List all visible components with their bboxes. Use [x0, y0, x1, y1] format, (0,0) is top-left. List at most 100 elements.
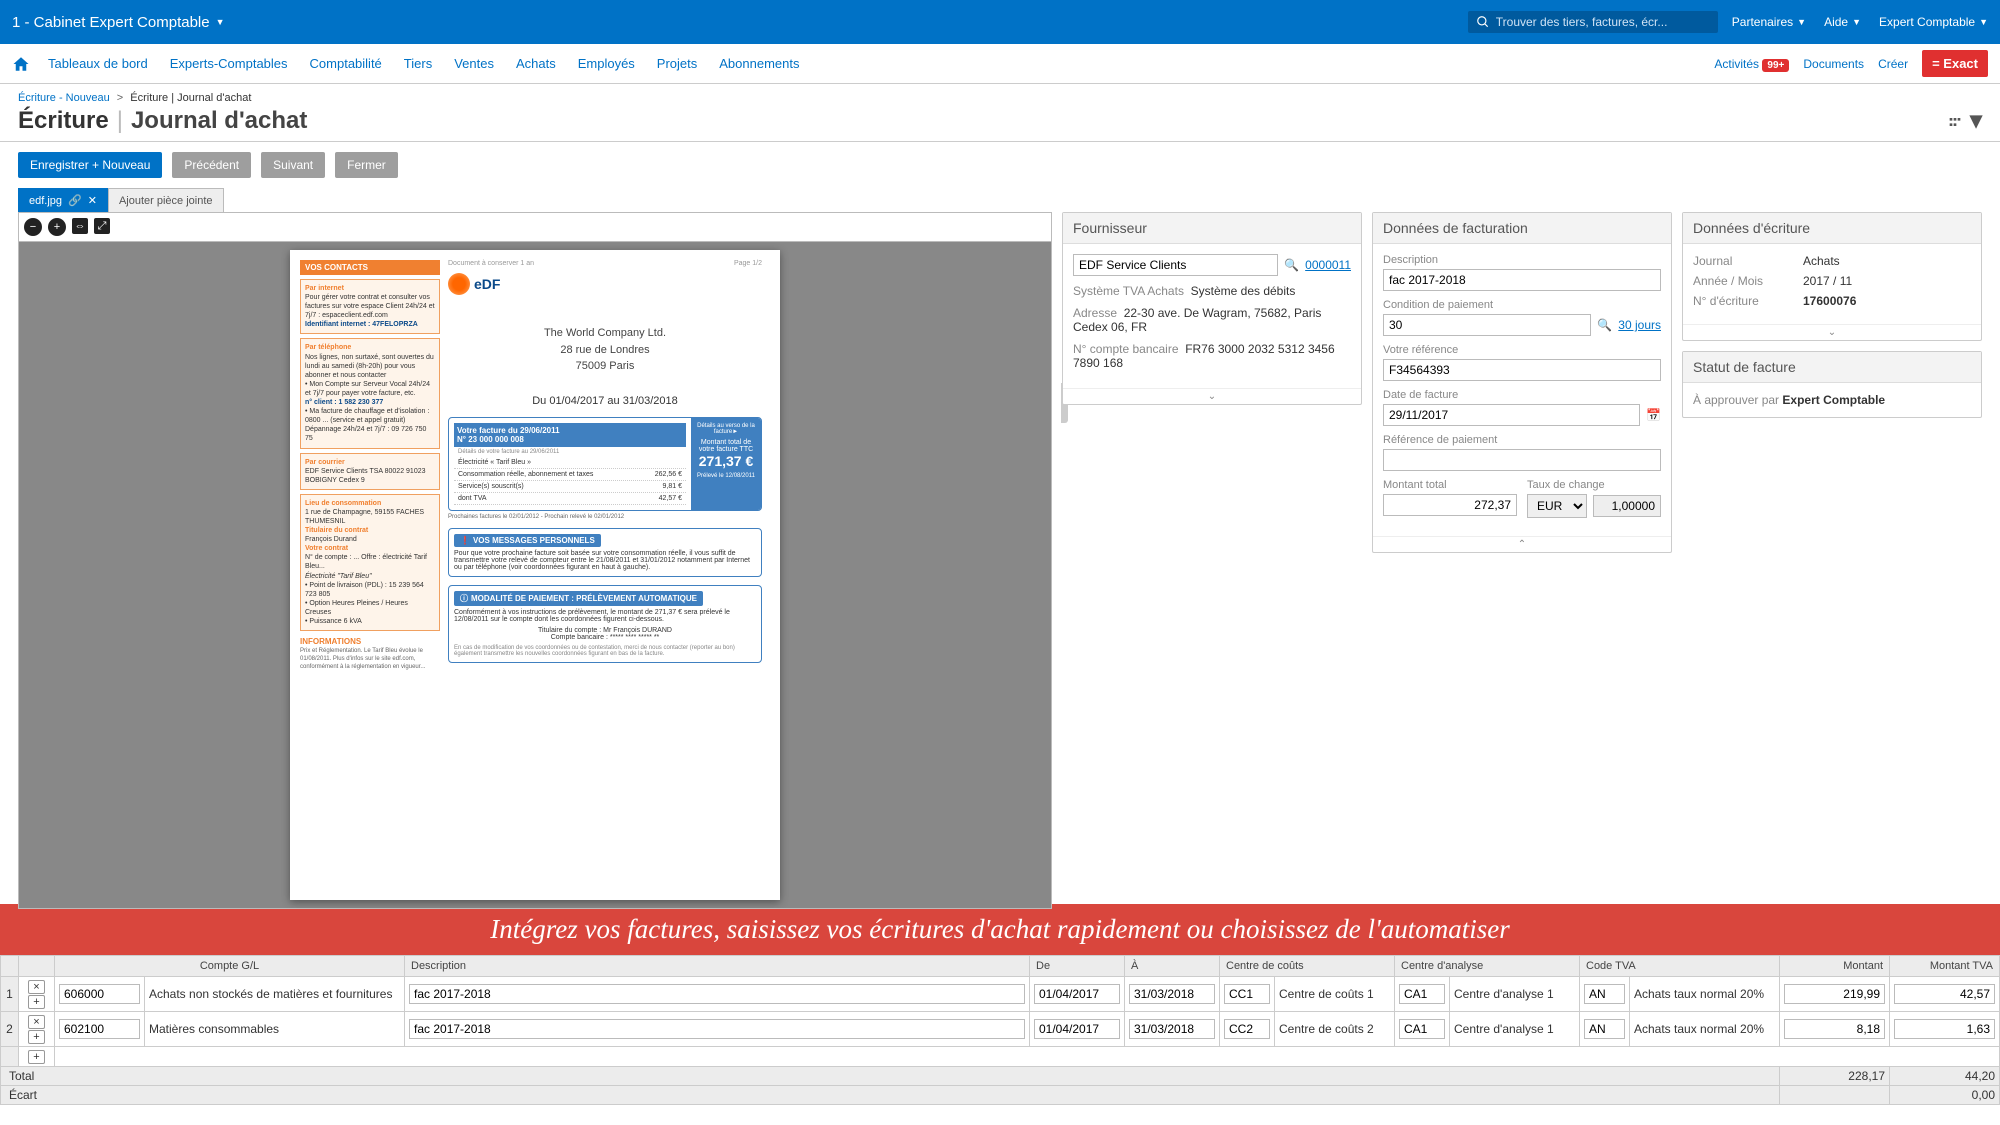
th-gl[interactable]: Compte G/L	[55, 956, 405, 977]
partners-menu[interactable]: Partenaires▼	[1732, 15, 1806, 29]
vat-amount-input[interactable]	[1894, 1019, 1995, 1039]
tab-add-label: Ajouter pièce jointe	[119, 195, 213, 207]
date-to-input[interactable]	[1129, 984, 1215, 1004]
add-row-button[interactable]: +	[28, 1030, 44, 1044]
breadcrumb-root[interactable]: Écriture - Nouveau	[18, 92, 110, 104]
expand-toggle[interactable]: ⌄	[1063, 388, 1361, 404]
vat-code-input[interactable]	[1584, 1019, 1625, 1039]
attachment-tabs: edf.jpg 🔗 ✕ Ajouter pièce jointe	[0, 188, 2000, 212]
expand-toggle[interactable]: ⌄	[1683, 324, 1981, 340]
th-vat[interactable]: Code TVA	[1580, 956, 1780, 977]
payment-reference-input[interactable]	[1383, 449, 1661, 471]
th-from[interactable]: De	[1030, 956, 1125, 977]
main-menu: Tableaux de bord Experts-Comptables Comp…	[48, 56, 800, 71]
nav-tiers[interactable]: Tiers	[404, 56, 432, 71]
fit-page-icon[interactable]: ⤢	[94, 218, 110, 234]
th-cc[interactable]: Centre de coûts	[1220, 956, 1395, 977]
th-desc[interactable]: Description	[405, 956, 1030, 977]
date-from-input[interactable]	[1034, 1019, 1120, 1039]
home-icon[interactable]	[12, 55, 30, 73]
documents-link[interactable]: Documents	[1803, 57, 1864, 71]
total-amount-input[interactable]	[1383, 494, 1517, 516]
fit-width-icon[interactable]: ⇔	[72, 218, 88, 234]
delete-row-button[interactable]: ×	[28, 980, 44, 994]
settings-icon[interactable]: ▾	[1947, 106, 1982, 135]
help-menu[interactable]: Aide▼	[1824, 15, 1861, 29]
vat-code-input[interactable]	[1584, 984, 1625, 1004]
tab-attachment-file[interactable]: edf.jpg 🔗 ✕	[18, 188, 108, 212]
global-search[interactable]	[1468, 11, 1718, 33]
nav-ventes[interactable]: Ventes	[454, 56, 494, 71]
nav-abonnements[interactable]: Abonnements	[719, 56, 799, 71]
close-icon[interactable]: ✕	[88, 194, 97, 207]
save-new-button[interactable]: Enregistrer + Nouveau	[18, 152, 162, 178]
vat-desc: Achats taux normal 20%	[1630, 1012, 1780, 1047]
gl-code-input[interactable]	[59, 984, 140, 1004]
nav-experts[interactable]: Experts-Comptables	[170, 56, 288, 71]
invoice-document: VOS CONTACTS Par internet Pour gérer vot…	[290, 250, 780, 900]
analysis-center-input[interactable]	[1399, 1019, 1445, 1039]
gl-code-input[interactable]	[59, 1019, 140, 1039]
th-ca[interactable]: Centre d'analyse	[1395, 956, 1580, 977]
nav-tableaux[interactable]: Tableaux de bord	[48, 56, 148, 71]
vat-amount-input[interactable]	[1894, 984, 1995, 1004]
next-button[interactable]: Suivant	[261, 152, 325, 178]
title-main: Écriture	[18, 107, 109, 135]
delete-row-button[interactable]: ×	[28, 1015, 44, 1029]
line-desc-input[interactable]	[409, 984, 1025, 1004]
company-selector[interactable]: 1 - Cabinet Expert Comptable ▼	[12, 14, 225, 31]
supplier-name-input[interactable]	[1073, 254, 1278, 276]
doc-viewport[interactable]: VOS CONTACTS Par internet Pour gérer vot…	[19, 242, 1051, 908]
cost-center-input[interactable]	[1224, 984, 1270, 1004]
currency-select[interactable]: EUR	[1527, 494, 1587, 518]
th-amt[interactable]: Montant	[1780, 956, 1890, 977]
nav-achats[interactable]: Achats	[516, 56, 556, 71]
prev-button[interactable]: Précédent	[172, 152, 251, 178]
nav-right: Activités 99+ Documents Créer Exact	[1714, 50, 1988, 77]
calendar-icon[interactable]: 📅	[1646, 408, 1661, 422]
nav-projets[interactable]: Projets	[657, 56, 697, 71]
title-divider: |	[117, 107, 123, 135]
th-to[interactable]: À	[1125, 956, 1220, 977]
date-to-input[interactable]	[1129, 1019, 1215, 1039]
nav-compta[interactable]: Comptabilité	[310, 56, 382, 71]
activities-link[interactable]: Activités 99+	[1714, 57, 1789, 71]
invoice-date-input[interactable]	[1383, 404, 1640, 426]
link-icon: 🔗	[68, 194, 82, 207]
line-desc-input[interactable]	[409, 1019, 1025, 1039]
lookup-icon[interactable]: 🔍	[1597, 318, 1612, 332]
amount-input[interactable]	[1784, 984, 1885, 1004]
zoom-in-icon[interactable]: +	[48, 218, 66, 236]
edf-logo: eDF	[448, 273, 762, 295]
diff-row: Écart 0,00	[1, 1086, 2000, 1105]
your-reference-input[interactable]	[1383, 359, 1661, 381]
activity-badge: 99+	[1762, 59, 1789, 72]
nav-employes[interactable]: Employés	[578, 56, 635, 71]
expand-toggle[interactable]: ⌃	[1373, 536, 1671, 552]
billing-desc-input[interactable]	[1383, 269, 1661, 291]
cost-center-input[interactable]	[1224, 1019, 1270, 1039]
analysis-center-input[interactable]	[1399, 984, 1445, 1004]
zoom-out-icon[interactable]: −	[24, 218, 42, 236]
user-menu[interactable]: Expert Comptable▼	[1879, 15, 1988, 29]
amount-input[interactable]	[1784, 1019, 1885, 1039]
tab-file-label: edf.jpg	[29, 195, 62, 207]
payment-term-link[interactable]: 30 jours	[1618, 318, 1661, 332]
doc-payment: ⓘMODALITÉ DE PAIEMENT : PRÉLÈVEMENT AUTO…	[448, 585, 762, 663]
table-header-row: Compte G/L Description De À Centre de co…	[1, 956, 2000, 977]
payment-term-input[interactable]	[1383, 314, 1591, 336]
supplier-code-link[interactable]: 0000011	[1305, 258, 1351, 272]
doc-recipient: The World Company Ltd. 28 rue de Londres…	[448, 325, 762, 375]
close-button[interactable]: Fermer	[335, 152, 398, 178]
tab-add-attachment[interactable]: Ajouter pièce jointe	[108, 188, 224, 212]
doc-sidebar: VOS CONTACTS Par internet Pour gérer vot…	[300, 260, 440, 890]
chevron-down-icon: ▼	[216, 17, 225, 27]
date-from-input[interactable]	[1034, 984, 1120, 1004]
row-index: 2	[1, 1012, 19, 1047]
th-vatamt[interactable]: Montant TVA	[1890, 956, 2000, 977]
search-input[interactable]	[1496, 15, 1710, 29]
lookup-icon[interactable]: 🔍	[1284, 258, 1299, 272]
add-line-button[interactable]: +	[28, 1050, 44, 1064]
add-row-button[interactable]: +	[28, 995, 44, 1009]
create-link[interactable]: Créer	[1878, 57, 1908, 71]
